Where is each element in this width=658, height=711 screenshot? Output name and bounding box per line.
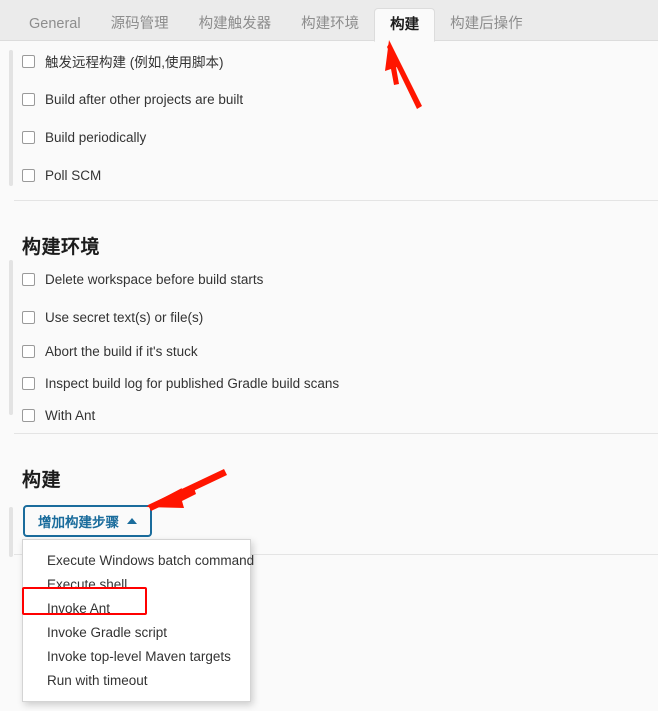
checkbox-label: Build periodically — [45, 129, 147, 145]
caret-up-icon — [127, 518, 137, 524]
checkbox-row[interactable]: Build after other projects are built — [22, 89, 243, 109]
tab-1[interactable]: 源码管理 — [96, 8, 184, 41]
checkbox-row[interactable]: Abort the build if it's stuck — [22, 341, 198, 361]
menu-item-1[interactable]: Execute shell — [23, 573, 250, 597]
checkbox-icon[interactable] — [22, 344, 35, 358]
checkbox-icon[interactable] — [22, 376, 35, 390]
checkbox-row[interactable]: With Ant — [22, 405, 95, 425]
checkbox-row[interactable]: Poll SCM — [22, 165, 101, 185]
tab-bar: General 源码管理 构建触发器 构建环境 构建 构建后操作 — [0, 0, 658, 42]
checkbox-row[interactable]: Build periodically — [22, 127, 146, 147]
add-build-step-button[interactable]: 增加构建步骤 — [23, 505, 152, 537]
tab-3[interactable]: 构建环境 — [286, 8, 374, 41]
menu-item-4[interactable]: Invoke top-level Maven targets — [23, 645, 250, 669]
checkbox-label: Delete workspace before build starts — [45, 271, 264, 287]
build-environment-title: 构建环境 — [22, 236, 101, 258]
tab-0[interactable]: General — [14, 8, 96, 41]
add-build-step-label: 增加构建步骤 — [38, 515, 119, 530]
menu-item-2[interactable]: Invoke Ant — [23, 597, 250, 621]
build-step-dropdown-menu[interactable]: Execute Windows batch command Execute she… — [22, 539, 254, 702]
checkbox-label: Abort the build if it's stuck — [45, 343, 198, 359]
tab-2[interactable]: 构建触发器 — [184, 8, 287, 41]
checkbox-row[interactable]: Delete workspace before build starts — [22, 269, 263, 289]
checkbox-label: Build after other projects are built — [45, 91, 244, 107]
checkbox-icon[interactable] — [22, 272, 35, 286]
section-divider — [14, 433, 658, 434]
checkbox-row[interactable]: Inspect build log for published Gradle b… — [22, 373, 339, 393]
checkbox-row[interactable]: 触发远程构建 (例如,使用脚本) — [22, 51, 224, 71]
checkbox-row[interactable]: Use secret text(s) or file(s) — [22, 307, 203, 327]
build-section-title: 构建 — [22, 469, 62, 491]
checkbox-label: Use secret text(s) or file(s) — [45, 309, 204, 325]
checkbox-label: Poll SCM — [45, 167, 102, 183]
checkbox-icon[interactable] — [22, 408, 35, 422]
checkbox-icon[interactable] — [22, 92, 35, 106]
section-rail — [9, 50, 13, 186]
checkbox-icon[interactable] — [22, 130, 35, 144]
checkbox-icon[interactable] — [22, 310, 35, 324]
menu-item-3[interactable]: Invoke Gradle script — [23, 621, 250, 645]
checkbox-icon[interactable] — [22, 168, 35, 182]
checkbox-icon[interactable] — [22, 54, 35, 68]
checkbox-label: 触发远程构建 (例如,使用脚本) — [45, 55, 224, 70]
checkbox-label: Inspect build log for published Gradle b… — [45, 375, 340, 391]
checkbox-label: With Ant — [45, 407, 96, 423]
tab-5[interactable]: 构建后操作 — [435, 8, 538, 41]
menu-item-0[interactable]: Execute Windows batch command — [23, 549, 254, 573]
section-rail — [9, 260, 13, 415]
section-divider — [14, 200, 658, 201]
tab-list: General 源码管理 构建触发器 构建环境 构建 构建后操作 — [14, 0, 538, 42]
section-rail — [9, 507, 13, 557]
menu-item-5[interactable]: Run with timeout — [23, 669, 250, 693]
tab-active-4[interactable]: 构建 — [374, 8, 436, 42]
